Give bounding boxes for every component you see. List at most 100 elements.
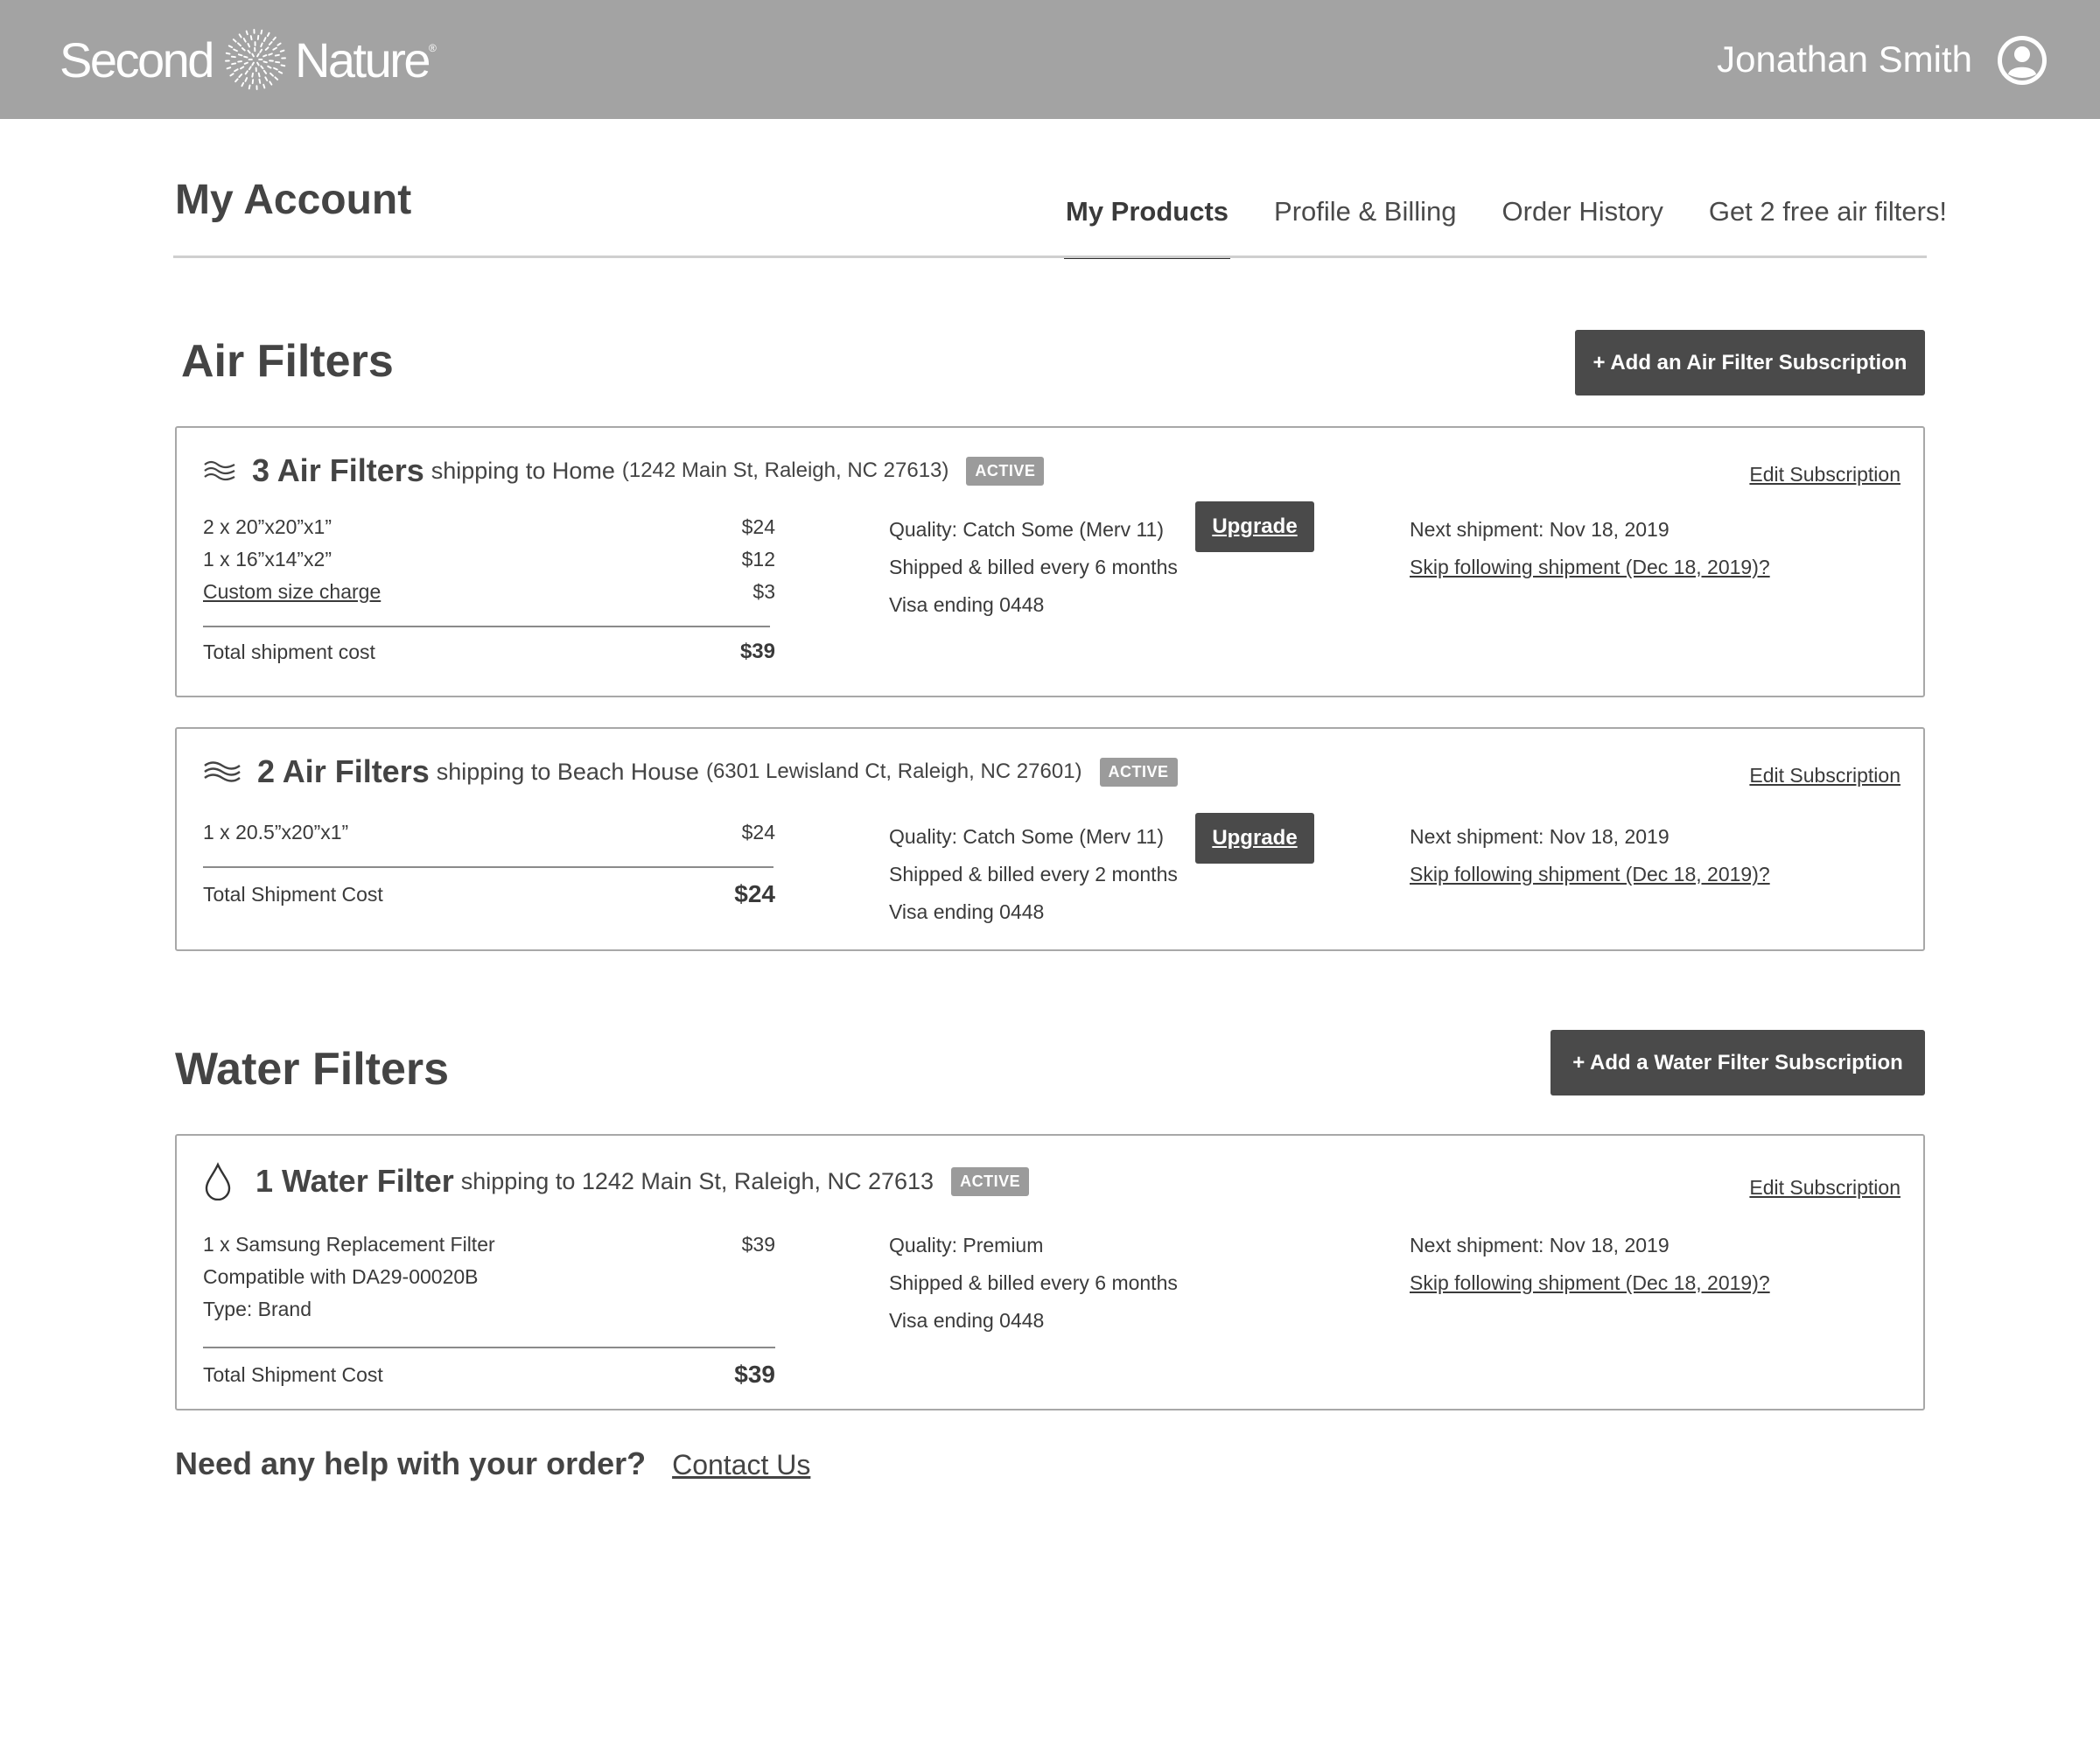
line-item-desc: 2 x 20”x20”x1” [203,515,332,538]
account-tabs: My Products Profile & Billing Order Hist… [1063,191,1947,259]
total-amount: $24 [734,880,775,907]
status-badge: ACTIVE [966,456,1045,486]
line-item: 1 x Samsung Replacement Filter $39 [203,1228,775,1261]
status-badge: ACTIVE [951,1166,1030,1196]
air-waves-icon [204,460,235,481]
upgrade-button[interactable]: Upgrade [1195,501,1314,552]
line-item-price: $24 [741,515,775,538]
line-item: Type: Brand [203,1293,775,1326]
skip-shipment-link[interactable]: Skip following shipment (Dec 18, 2019)? [1410,1264,1770,1302]
line-item: Compatible with DA29-00020B [203,1261,775,1293]
payment-method: Visa ending 0448 [889,900,1045,923]
page-title: My Account [175,177,412,223]
plan-details: Quality: Premium Shipped & billed every … [889,1227,1178,1340]
frequency-text: Shipped & billed every 2 months [889,863,1178,886]
total-row: Total Shipment Cost $39 [203,1361,775,1389]
shipment-schedule: Next shipment: Nov 18, 2019 Skip followi… [1410,511,1770,586]
status-badge: ACTIVE [1099,757,1178,787]
frequency-text: Shipped & billed every 6 months [889,556,1178,578]
subscription-quantity: 2 Air Filters [257,753,430,789]
shipment-schedule: Next shipment: Nov 18, 2019 Skip followi… [1410,1227,1770,1302]
skip-shipment-link[interactable]: Skip following shipment (Dec 18, 2019)? [1410,549,1770,586]
air-subscription-card: 3 Air Filters shipping to Home (1242 Mai… [175,426,1925,697]
quality-text: Quality: Premium [889,1234,1044,1256]
edit-subscription-link[interactable]: Edit Subscription [1749,463,1900,486]
line-items: 2 x 20”x20”x1” $24 1 x 16”x14”x2” $12 Cu… [203,511,775,664]
total-row: Total shipment cost $39 [203,640,775,664]
brand-logo[interactable]: Second Nature ® [60,26,437,93]
subscription-heading: 2 Air Filters shipping to Beach House (6… [203,753,1178,790]
brand-name-left: Second [60,32,214,88]
header-divider [173,256,1927,258]
line-item-price: $39 [741,1233,775,1256]
plan-details: Quality: Catch Some (Merv 11) Shipped & … [889,818,1178,931]
line-item-desc: Compatible with DA29-00020B [203,1265,479,1288]
edit-subscription-link[interactable]: Edit Subscription [1749,764,1900,788]
quality-text: Quality: Catch Some (Merv 11) [889,825,1165,848]
user-name[interactable]: Jonathan Smith [1717,37,1972,82]
shipment-schedule: Next shipment: Nov 18, 2019 Skip followi… [1410,818,1770,893]
subscription-quantity: 1 Water Filter [256,1163,454,1199]
line-item-desc: 1 x 20.5”x20”x1” [203,821,349,844]
ship-to-label: shipping to 1242 Main St, Raleigh, NC 27… [460,1167,934,1194]
line-item: 1 x 16”x14”x2” $12 [203,543,775,576]
total-divider [203,626,770,627]
quality-text: Quality: Catch Some (Merv 11) [889,518,1165,541]
total-row: Total Shipment Cost $24 [203,880,775,908]
help-row: Need any help with your order? Contact U… [175,1446,810,1482]
line-item-price: $3 [752,580,775,603]
ship-to-label: shipping to Home [430,457,615,484]
water-drop-icon [205,1162,231,1200]
subscription-heading: 3 Air Filters shipping to Home (1242 Mai… [203,452,1045,489]
top-bar: Second Nature ® Jonathan Smith [0,0,2100,119]
line-item-price: $12 [741,548,775,570]
line-item-desc: Type: Brand [203,1298,312,1320]
line-item-price: $24 [741,821,775,844]
plan-details: Quality: Catch Some (Merv 11) Shipped & … [889,511,1178,624]
skip-shipment-link[interactable]: Skip following shipment (Dec 18, 2019)? [1410,856,1770,893]
total-label: Total shipment cost [203,640,375,663]
total-divider [203,866,774,868]
line-items: 1 x Samsung Replacement Filter $39 Compa… [203,1228,775,1389]
tab-free-air-filters[interactable]: Get 2 free air filters! [1709,191,1947,259]
line-item: 1 x 20.5”x20”x1” $24 [203,816,775,849]
payment-method: Visa ending 0448 [889,593,1045,616]
next-shipment-text: Next shipment: Nov 18, 2019 [1410,1234,1670,1256]
total-label: Total Shipment Cost [203,882,383,906]
line-item: 2 x 20”x20”x1” $24 [203,511,775,543]
subscription-heading: 1 Water Filter shipping to 1242 Main St,… [203,1162,1030,1200]
total-label: Total Shipment Cost [203,1362,383,1386]
line-items: 1 x 20.5”x20”x1” $24 Total Shipment Cost… [203,816,775,908]
total-amount: $39 [734,1361,775,1388]
shipping-address: (1242 Main St, Raleigh, NC 27613) [621,458,949,482]
line-item: Custom size charge $3 [203,576,775,608]
tab-my-products[interactable]: My Products [1063,191,1231,259]
upgrade-button[interactable]: Upgrade [1195,813,1314,864]
next-shipment-text: Next shipment: Nov 18, 2019 [1410,825,1670,848]
next-shipment-text: Next shipment: Nov 18, 2019 [1410,518,1670,541]
sunburst-logo-icon [224,29,286,90]
custom-size-charge-link[interactable]: Custom size charge [203,580,381,604]
total-divider [203,1347,775,1348]
edit-subscription-link[interactable]: Edit Subscription [1749,1176,1900,1200]
frequency-text: Shipped & billed every 6 months [889,1271,1178,1294]
add-water-filter-subscription-button[interactable]: + Add a Water Filter Subscription [1550,1030,1925,1096]
contact-us-link[interactable]: Contact Us [672,1449,810,1481]
total-amount: $39 [739,640,775,663]
brand-name-right: Nature [294,32,431,88]
help-question: Need any help with your order? [175,1446,647,1481]
air-filters-title: Air Filters [181,336,394,387]
shipping-address: (6301 Lewisland Ct, Raleigh, NC 27601) [705,760,1082,783]
tab-order-history[interactable]: Order History [1502,191,1663,259]
line-item-desc: 1 x 16”x14”x2” [203,548,332,570]
ship-to-label: shipping to Beach House [436,758,699,785]
air-waves-icon [204,761,241,782]
line-item-desc: 1 x Samsung Replacement Filter [203,1233,495,1256]
payment-method: Visa ending 0448 [889,1309,1045,1332]
tab-profile-billing[interactable]: Profile & Billing [1274,191,1456,259]
user-avatar-icon[interactable] [1998,36,2047,85]
water-filters-title: Water Filters [175,1044,450,1095]
air-subscription-card: 2 Air Filters shipping to Beach House (6… [175,727,1925,951]
add-air-filter-subscription-button[interactable]: + Add an Air Filter Subscription [1575,330,1925,396]
subscription-quantity: 3 Air Filters [252,452,424,488]
